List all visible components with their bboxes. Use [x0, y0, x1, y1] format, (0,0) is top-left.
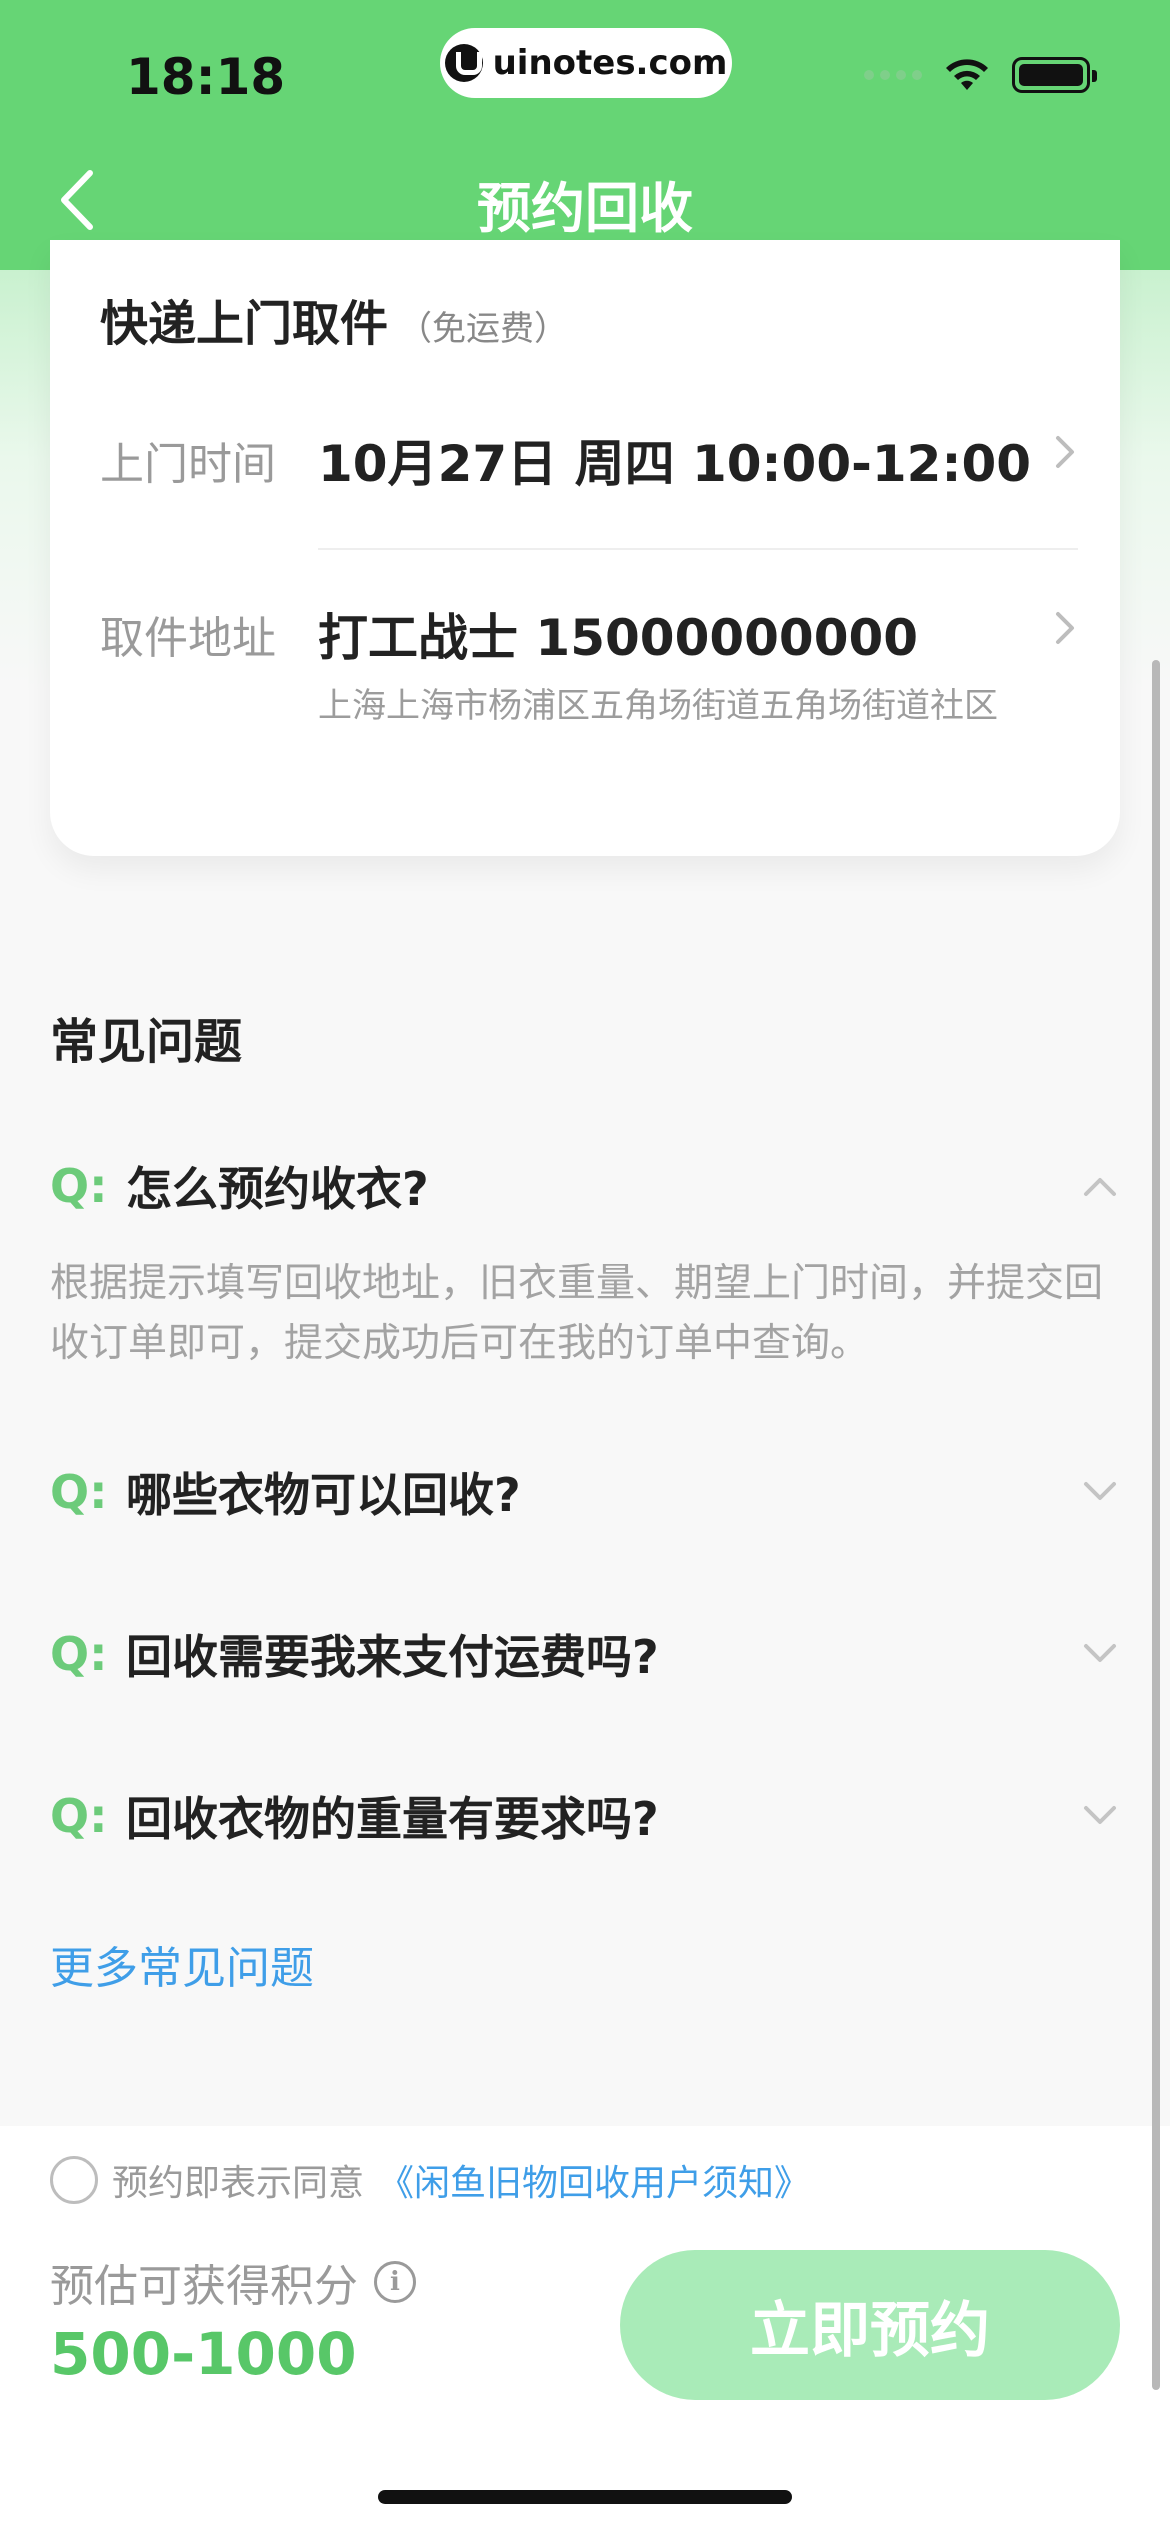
- faq-question-row[interactable]: Q: 回收衣物的重量有要求吗?: [50, 1776, 1120, 1856]
- agreement-link[interactable]: 《闲鱼旧物回收用户须知》: [378, 2154, 810, 2206]
- faq-prefix: Q:: [50, 1627, 108, 1681]
- chevron-right-icon: [1056, 436, 1074, 468]
- faq-item: Q: 怎么预约收衣? 根据提示填写回收地址，旧衣重量、期望上门时间，并提交回收订…: [50, 1146, 1120, 1374]
- pickup-method-title: 快递上门取件: [100, 296, 389, 352]
- status-time: 18:18: [126, 48, 286, 106]
- faq-question-row[interactable]: Q: 哪些衣物可以回收?: [50, 1452, 1120, 1532]
- faq-item: Q: 回收衣物的重量有要求吗?: [50, 1776, 1120, 1856]
- agreement-text: 预约即表示同意: [112, 2163, 365, 2204]
- battery-icon: [1012, 57, 1097, 93]
- faq-question: 怎么预约收衣?: [126, 1162, 429, 1216]
- faq-item: Q: 回收需要我来支付运费吗?: [50, 1614, 1120, 1694]
- pickup-address-label: 取件地址: [100, 613, 276, 664]
- address-contact: 打工战士 15000000000: [318, 609, 919, 667]
- faq-question-row[interactable]: Q: 回收需要我来支付运费吗?: [50, 1614, 1120, 1694]
- url-pill: uinotes.com: [440, 28, 732, 98]
- page-title: 预约回收: [477, 177, 693, 240]
- scrollbar[interactable]: [1152, 660, 1160, 2390]
- url-text: uinotes.com: [492, 43, 728, 83]
- chevron-up-icon: [1080, 1166, 1120, 1206]
- faq-question: 哪些衣物可以回收?: [126, 1468, 521, 1522]
- chevron-down-icon: [1080, 1472, 1120, 1512]
- chevron-down-icon: [1080, 1796, 1120, 1836]
- faq-prefix: Q:: [50, 1789, 108, 1843]
- points-value: 500-1000: [50, 2320, 357, 2388]
- chevron-down-icon: [1080, 1634, 1120, 1674]
- points-label: 预估可获得积分: [50, 2261, 358, 2312]
- faq-title: 常见问题: [50, 1014, 243, 1070]
- info-icon[interactable]: i: [374, 2261, 416, 2303]
- pickup-method-note: （免运费）: [398, 309, 569, 349]
- pickup-time-value: 10月27日 周四 10:00-12:00: [318, 435, 1032, 493]
- agreement-row: 预约即表示同意 《闲鱼旧物回收用户须知》: [50, 2154, 810, 2206]
- site-logo-icon: [444, 44, 483, 82]
- pickup-time-label: 上门时间: [100, 439, 276, 490]
- faq-prefix: Q:: [50, 1159, 108, 1213]
- chevron-right-icon: [1056, 612, 1074, 644]
- bottom-bar: 预约即表示同意 《闲鱼旧物回收用户须知》 预估可获得积分 i 500-1000 …: [0, 2126, 1170, 2532]
- home-indicator: [378, 2490, 792, 2504]
- pickup-method: 快递上门取件 （免运费）: [100, 284, 568, 354]
- faq-prefix: Q:: [50, 1465, 108, 1519]
- divider: [318, 548, 1078, 550]
- points-label-row: 预估可获得积分 i: [50, 2250, 416, 2314]
- book-now-button[interactable]: 立即预约: [620, 2250, 1120, 2400]
- signal-icon: [864, 70, 922, 80]
- wifi-icon: [946, 59, 988, 90]
- page: 18:18 uinotes.com 预约回收 快递上门取件 （免运费） 上门时间…: [0, 0, 1170, 2532]
- faq-answer: 根据提示填写回收地址，旧衣重量、期望上门时间，并提交回收订单即可，提交成功后可在…: [50, 1261, 1104, 1366]
- faq-item: Q: 哪些衣物可以回收?: [50, 1452, 1120, 1532]
- pickup-card: 快递上门取件 （免运费） 上门时间 10月27日 周四 10:00-12:00 …: [50, 240, 1120, 856]
- faq-question: 回收衣物的重量有要求吗?: [126, 1792, 659, 1846]
- faq-question: 回收需要我来支付运费吗?: [126, 1630, 659, 1684]
- agreement-radio[interactable]: [50, 2156, 98, 2204]
- status-icons: [864, 56, 1097, 94]
- faq-question-row[interactable]: Q: 怎么预约收衣?: [50, 1146, 1120, 1226]
- address-detail: 上海上海市杨浦区五角场街道五角场街道社区: [318, 686, 998, 726]
- more-faq-link[interactable]: 更多常见问题: [50, 1932, 314, 1996]
